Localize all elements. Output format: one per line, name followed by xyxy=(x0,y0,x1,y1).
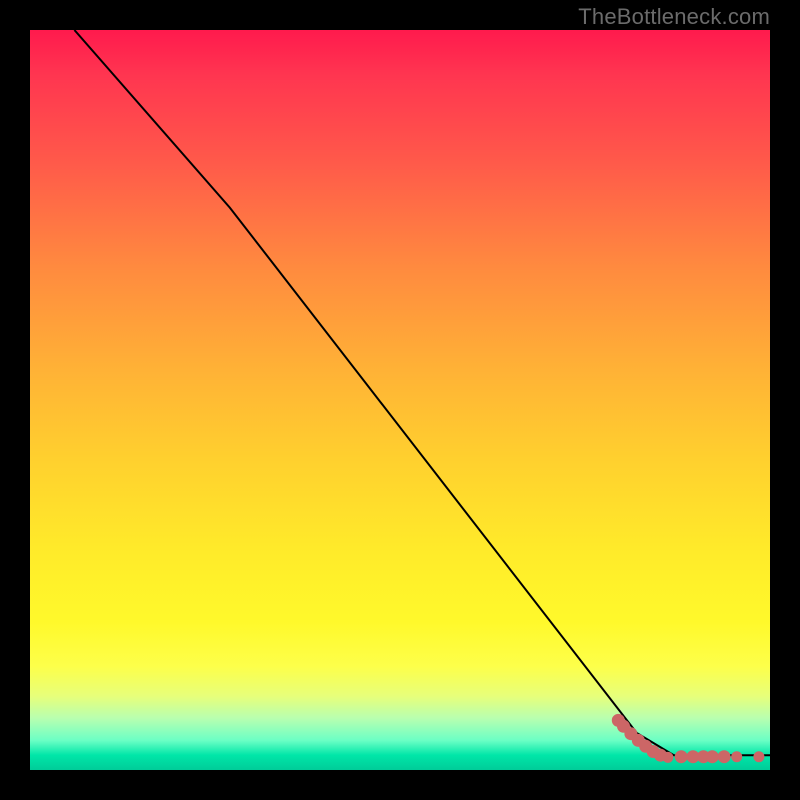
data-point xyxy=(675,751,687,763)
chart-curve xyxy=(74,30,770,755)
plot-area xyxy=(30,30,770,770)
chart-points xyxy=(612,714,764,762)
watermark-label: TheBottleneck.com xyxy=(578,4,770,30)
data-point xyxy=(754,752,764,762)
data-point xyxy=(732,752,742,762)
chart-overlay-svg xyxy=(30,30,770,770)
chart-stage: TheBottleneck.com xyxy=(0,0,800,800)
data-point xyxy=(718,751,730,763)
data-point xyxy=(706,751,718,763)
data-point xyxy=(663,752,673,762)
